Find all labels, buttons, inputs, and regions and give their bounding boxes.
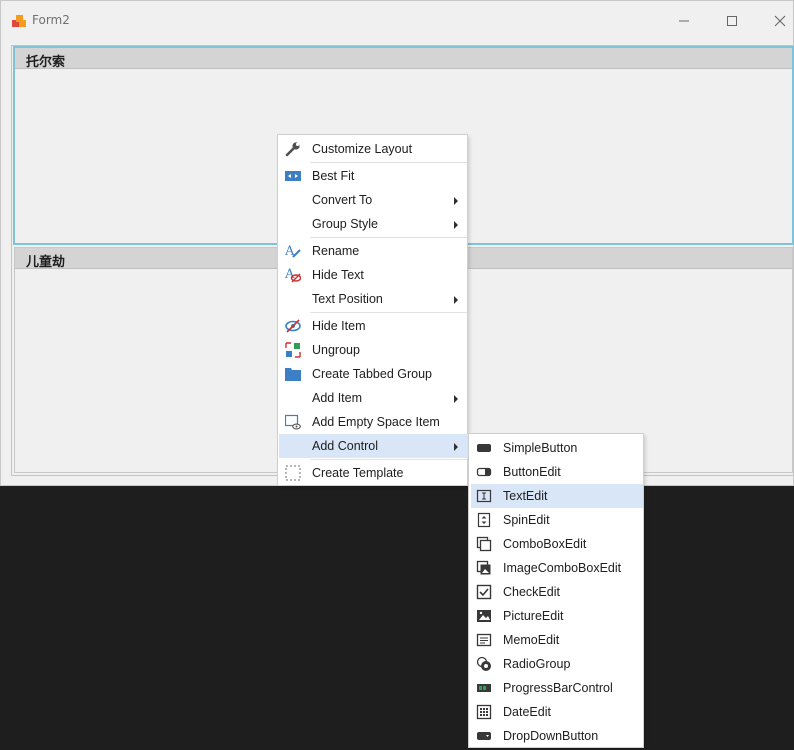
template-icon bbox=[285, 465, 301, 481]
add-control-submenu: SimpleButton ButtonEdit TextEdit SpinEdi… bbox=[468, 433, 644, 748]
menu-separator bbox=[310, 459, 467, 460]
folder-icon bbox=[285, 368, 301, 381]
menu-item-label: Hide Item bbox=[312, 319, 366, 333]
menu-item-create-tabbed-group[interactable]: Create Tabbed Group bbox=[279, 362, 468, 386]
hide-item-icon bbox=[285, 319, 301, 333]
submenu-item-label: CheckEdit bbox=[503, 585, 560, 599]
menu-item-label: Text Position bbox=[312, 292, 383, 306]
menu-item-ungroup[interactable]: Ungroup bbox=[279, 338, 468, 362]
rename-icon: A bbox=[285, 244, 301, 259]
submenu-arrow-icon bbox=[454, 296, 458, 304]
submenu-item-checkedit[interactable]: CheckEdit bbox=[470, 580, 644, 604]
maximize-icon bbox=[727, 16, 737, 26]
menu-item-label: Add Control bbox=[312, 439, 379, 453]
submenu-item-simplebutton[interactable]: SimpleButton bbox=[470, 436, 644, 460]
submenu-item-spinedit[interactable]: SpinEdit bbox=[470, 508, 644, 532]
menu-item-convert-to[interactable]: Convert To bbox=[279, 188, 468, 212]
menu-item-label: Create Tabbed Group bbox=[312, 367, 432, 381]
submenu-item-label: DateEdit bbox=[503, 705, 551, 719]
ungroup-icon bbox=[285, 342, 301, 358]
submenu-item-textedit[interactable]: TextEdit bbox=[471, 484, 643, 508]
menu-item-hide-item[interactable]: Hide Item bbox=[279, 314, 468, 338]
best-fit-icon bbox=[285, 171, 301, 181]
minimize-button[interactable] bbox=[661, 1, 707, 41]
menu-item-rename[interactable]: A Rename bbox=[279, 239, 468, 263]
memo-edit-icon bbox=[476, 633, 492, 647]
submenu-item-label: ButtonEdit bbox=[503, 465, 561, 479]
button-edit-icon bbox=[476, 467, 492, 477]
menu-item-add-empty-space-item[interactable]: Add Empty Space Item bbox=[279, 410, 468, 434]
check-edit-icon bbox=[476, 584, 492, 600]
submenu-item-radiogroup[interactable]: RadioGroup bbox=[470, 652, 644, 676]
empty-space-icon bbox=[285, 414, 301, 430]
wrench-icon bbox=[285, 142, 300, 157]
text-edit-icon bbox=[476, 489, 492, 503]
date-edit-icon bbox=[476, 704, 492, 720]
submenu-item-label: ComboBoxEdit bbox=[503, 537, 587, 551]
combo-box-icon bbox=[476, 536, 492, 552]
menu-item-label: Add Empty Space Item bbox=[312, 415, 440, 429]
submenu-item-label: ProgressBarControl bbox=[503, 681, 613, 695]
submenu-arrow-icon bbox=[454, 395, 458, 403]
title-bar[interactable]: Form2 bbox=[1, 1, 793, 41]
menu-item-label: Hide Text bbox=[312, 268, 364, 282]
submenu-item-memoedit[interactable]: MemoEdit bbox=[470, 628, 644, 652]
submenu-item-label: MemoEdit bbox=[503, 633, 560, 647]
group-title: 儿童劫 bbox=[26, 255, 66, 270]
window-title: Form2 bbox=[32, 13, 70, 27]
submenu-item-buttonedit[interactable]: ButtonEdit bbox=[470, 460, 644, 484]
close-icon bbox=[774, 15, 786, 27]
menu-item-add-item[interactable]: Add Item bbox=[279, 386, 468, 410]
menu-item-label: Best Fit bbox=[312, 169, 355, 183]
menu-item-label: Ungroup bbox=[312, 343, 360, 357]
submenu-item-comboboxedit[interactable]: ComboBoxEdit bbox=[470, 532, 644, 556]
menu-item-label: Customize Layout bbox=[312, 142, 413, 156]
submenu-item-label: ImageComboBoxEdit bbox=[503, 561, 622, 575]
group-title: 托尔索 bbox=[26, 55, 66, 70]
submenu-item-imagecomboboxedit[interactable]: ImageComboBoxEdit bbox=[470, 556, 644, 580]
context-menu: Customize Layout Best Fit Convert To Gro… bbox=[277, 134, 468, 486]
submenu-item-pictureedit[interactable]: PictureEdit bbox=[470, 604, 644, 628]
app-icon bbox=[10, 13, 26, 29]
group-header[interactable]: 托尔索 bbox=[15, 48, 792, 70]
submenu-item-dateedit[interactable]: DateEdit bbox=[470, 700, 644, 724]
submenu-item-label: PictureEdit bbox=[503, 609, 564, 623]
submenu-item-dropdownbutton[interactable]: DropDownButton bbox=[470, 724, 644, 748]
menu-item-label: Rename bbox=[312, 244, 360, 258]
spin-edit-icon bbox=[477, 512, 491, 528]
drop-down-button-icon bbox=[477, 732, 491, 740]
simple-button-icon bbox=[477, 444, 491, 452]
submenu-item-progressbarcontrol[interactable]: ProgressBarControl bbox=[470, 676, 644, 700]
submenu-item-label: TextEdit bbox=[503, 489, 548, 503]
submenu-item-label: DropDownButton bbox=[503, 729, 599, 743]
menu-item-hide-text[interactable]: A Hide Text bbox=[279, 263, 468, 287]
menu-item-best-fit[interactable]: Best Fit bbox=[279, 164, 468, 188]
menu-separator bbox=[310, 237, 467, 238]
minimize-icon bbox=[679, 20, 689, 22]
menu-item-label: Create Template bbox=[312, 466, 404, 480]
menu-item-label: Add Item bbox=[312, 391, 363, 405]
menu-item-add-control[interactable]: Add Control bbox=[279, 434, 468, 458]
submenu-item-label: RadioGroup bbox=[503, 657, 571, 671]
radio-group-icon bbox=[476, 656, 491, 671]
menu-item-label: Convert To bbox=[312, 193, 373, 207]
submenu-item-label: SpinEdit bbox=[503, 513, 550, 527]
menu-item-create-template[interactable]: Create Template bbox=[279, 461, 468, 485]
submenu-arrow-icon bbox=[454, 197, 458, 205]
menu-item-text-position[interactable]: Text Position bbox=[279, 287, 468, 311]
hide-text-icon: A bbox=[285, 267, 301, 283]
image-combo-box-icon bbox=[476, 560, 491, 575]
progress-bar-icon bbox=[477, 684, 491, 692]
picture-edit-icon bbox=[477, 610, 491, 622]
maximize-button[interactable] bbox=[709, 1, 755, 41]
menu-item-customize-layout[interactable]: Customize Layout bbox=[279, 137, 468, 161]
menu-separator bbox=[310, 312, 467, 313]
submenu-arrow-icon bbox=[454, 443, 458, 451]
menu-separator bbox=[310, 162, 467, 163]
submenu-item-label: SimpleButton bbox=[503, 441, 578, 455]
menu-item-label: Group Style bbox=[312, 217, 379, 231]
close-button[interactable] bbox=[757, 1, 794, 41]
menu-item-group-style[interactable]: Group Style bbox=[279, 212, 468, 236]
submenu-arrow-icon bbox=[454, 221, 458, 229]
